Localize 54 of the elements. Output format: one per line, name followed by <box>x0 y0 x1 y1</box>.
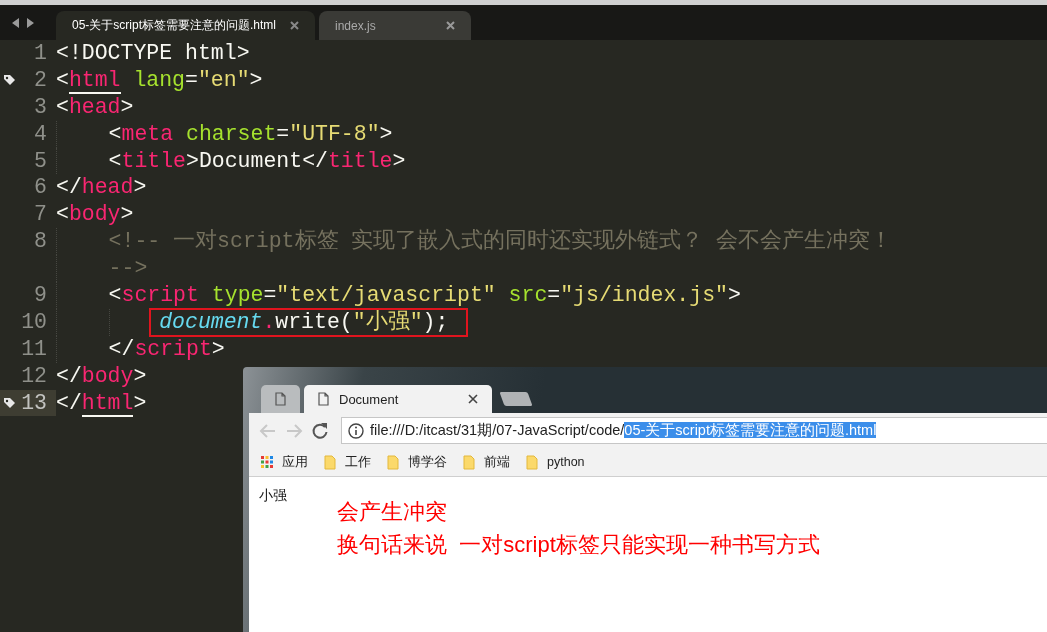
annotation-text: 换句话来说 一对script标签只能实现一种书写方式 <box>337 531 820 559</box>
code-line: <meta charset="UTF-8"> <box>108 120 393 148</box>
editor-tab[interactable]: index.js <box>319 11 472 40</box>
code-line: <!-- 一对script标签 实现了嵌入式的同时还实现外链式？ 会不会产生冲突！ <box>108 228 893 256</box>
code-line: --> <box>108 255 148 282</box>
annotation-text: 会产生冲突 <box>337 498 448 526</box>
line-number: 12 <box>21 363 47 388</box>
code-line: <body> <box>56 201 134 229</box>
folder-icon <box>526 454 538 470</box>
code-line: <!DOCTYPE html> <box>56 40 250 67</box>
new-tab-button[interactable] <box>499 392 533 406</box>
code-line: <html lang="en"> <box>56 66 263 94</box>
bookmark-folder[interactable]: 博学谷 <box>387 453 447 471</box>
code-line: <head> <box>56 93 134 121</box>
code-line: </body> <box>56 362 147 390</box>
line-number: 9 <box>34 283 47 307</box>
code-line: <script type="text/javascript" src="js/index.js"> <box>108 282 741 309</box>
page-icon <box>275 392 286 406</box>
page-icon <box>318 392 329 406</box>
folder-icon <box>324 454 336 470</box>
apps-shortcut[interactable]: 应用 <box>261 453 308 471</box>
apps-grid-icon <box>261 456 273 468</box>
close-icon[interactable] <box>446 21 456 30</box>
code-line: </head> <box>56 174 147 202</box>
url-text: file:///D:/itcast/31期/07-JavaScript/code/05-关于script标签需要注意的问题.html <box>370 421 877 440</box>
bookmark-folder[interactable]: python <box>526 454 585 470</box>
reload-icon[interactable] <box>311 421 329 440</box>
code-line: </html> <box>56 389 147 417</box>
line-number: 11 <box>21 336 47 361</box>
line-number: 3 <box>34 94 47 119</box>
browser-tab[interactable]: Document <box>304 385 492 413</box>
editor-tab[interactable]: 05-关于script标签需要注意的问题.html <box>56 11 316 40</box>
line-number: 6 <box>34 175 47 200</box>
line-number: 10 <box>21 309 47 334</box>
code-line: <title>Document</title> <box>108 147 406 175</box>
bookmark-folder[interactable]: 前端 <box>463 453 510 471</box>
line-number: 5 <box>34 148 47 173</box>
tab-scroll-arrows-icon[interactable] <box>10 16 36 29</box>
close-icon[interactable] <box>468 394 478 404</box>
line-number: 13 <box>21 390 47 415</box>
folder-icon <box>387 454 399 470</box>
page-text: 小强 <box>259 487 287 505</box>
line-number: 8 <box>34 229 47 254</box>
highlighted-code-line: document.write("小强"); <box>151 309 467 335</box>
info-icon <box>348 422 364 439</box>
bookmark-folder[interactable]: 工作 <box>324 453 371 471</box>
folder-icon <box>463 454 475 470</box>
line-number: 4 <box>34 121 47 146</box>
code-line: </script> <box>108 335 225 363</box>
address-field[interactable]: file:///D:/itcast/31期/07-JavaScript/code/05-关于script标签需要注意的问题.html <box>341 417 1047 444</box>
line-number: 1 <box>34 41 47 65</box>
close-icon[interactable] <box>290 21 300 30</box>
line-number: 7 <box>34 202 47 227</box>
line-number: 2 <box>34 67 47 92</box>
